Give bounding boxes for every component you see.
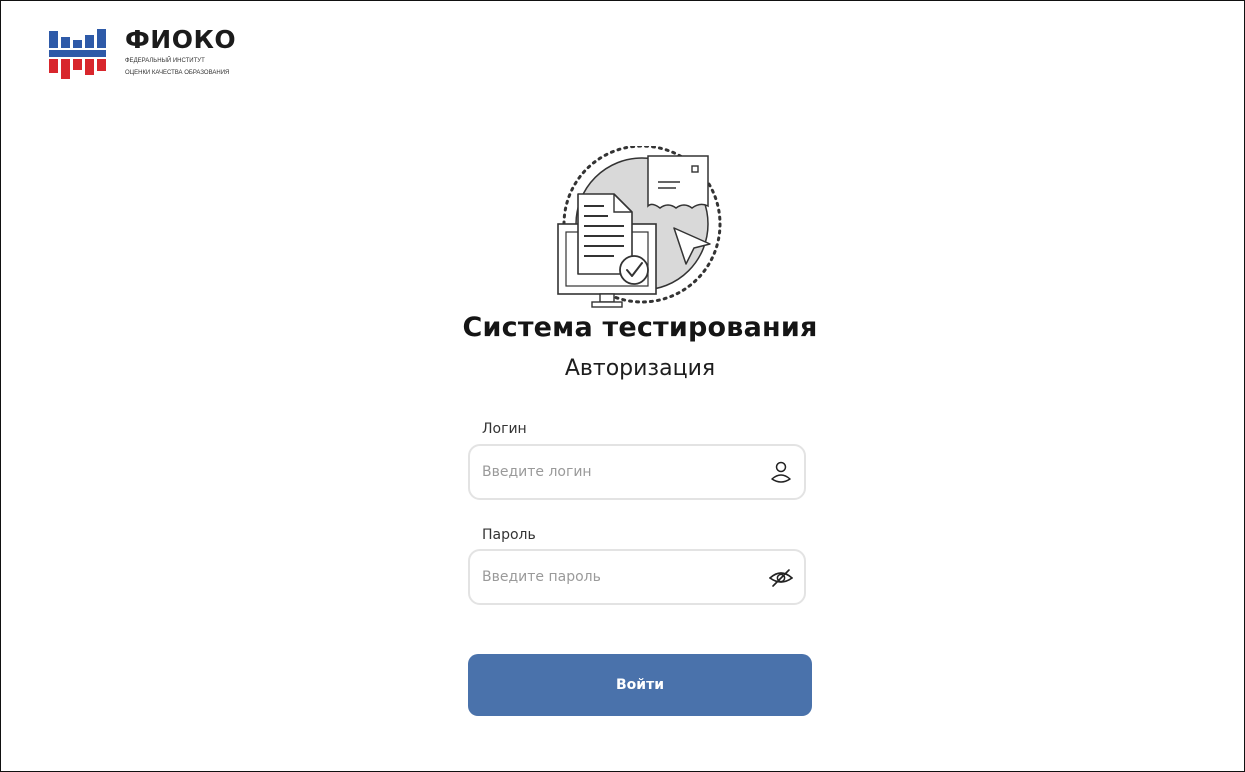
testing-system-illustration xyxy=(557,146,722,308)
fioko-logo: ФИОКО ФЕДЕРАЛЬНЫЙ ИНСТИТУТ ОЦЕНКИ КАЧЕСТ… xyxy=(49,23,236,85)
user-icon xyxy=(771,461,791,483)
fioko-logo-icon xyxy=(49,29,106,79)
logo-text: ФИОКО ФЕДЕРАЛЬНЫЙ ИНСТИТУТ ОЦЕНКИ КАЧЕСТ… xyxy=(125,27,236,77)
login-button[interactable]: Войти xyxy=(468,654,812,716)
login-field-box xyxy=(468,444,806,500)
password-field-box xyxy=(468,549,806,605)
password-input[interactable] xyxy=(482,551,742,603)
logo-subtitle-1: ФЕДЕРАЛЬНЫЙ ИНСТИТУТ xyxy=(125,58,205,64)
login-label: Логин xyxy=(482,421,527,437)
password-label: Пароль xyxy=(482,527,536,543)
page-subtitle: Авторизация xyxy=(564,356,716,381)
page-title: Система тестирования xyxy=(462,312,818,343)
login-input[interactable] xyxy=(482,446,742,498)
logo-name: ФИОКО xyxy=(125,25,237,54)
logo-subtitle-2: ОЦЕНКИ КАЧЕСТВА ОБРАЗОВАНИЯ xyxy=(125,70,230,76)
eye-off-icon[interactable] xyxy=(768,564,794,590)
